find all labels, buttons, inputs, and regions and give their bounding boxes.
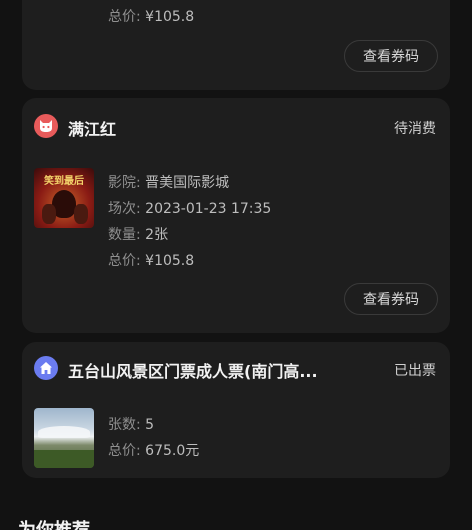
total-label: 总价: bbox=[108, 253, 141, 269]
total-row: 总价: ¥105.8 bbox=[108, 250, 194, 270]
order-card-top: 总价: ¥105.8 查看券码 bbox=[22, 0, 450, 90]
scenic-photo bbox=[34, 408, 94, 468]
recommend-title: 为你推荐 bbox=[18, 516, 90, 530]
cinema-label: 影院: bbox=[108, 175, 141, 191]
total-row: 总价: 675.0元 bbox=[108, 440, 199, 460]
movie-poster: 笑到最后 bbox=[34, 168, 94, 228]
quantity-value: 2张 bbox=[145, 227, 169, 243]
view-code-button[interactable]: 查看券码 bbox=[344, 40, 438, 72]
quantity-row: 数量: 2张 bbox=[108, 224, 168, 244]
total-label: 总价: bbox=[108, 443, 141, 459]
order-card-movie[interactable]: 满江红 待消费 笑到最后 影院: 晋美国际影城 场次: 2023-01-23 1… bbox=[22, 98, 450, 333]
order-card-scenic[interactable]: 五台山风景区门票成人票(南门高... 已出票 张数: 5 总价: 675.0元 bbox=[22, 342, 450, 478]
count-row: 张数: 5 bbox=[108, 414, 154, 434]
poster-caption: 笑到最后 bbox=[44, 176, 84, 187]
total-value: ¥105.8 bbox=[145, 253, 195, 269]
count-label: 张数: bbox=[108, 417, 141, 433]
cat-face-icon bbox=[34, 114, 58, 138]
order-title: 五台山风景区门票成人票(南门高... bbox=[68, 362, 318, 381]
cinema-value: 晋美国际影城 bbox=[145, 175, 230, 191]
home-icon bbox=[34, 356, 58, 380]
order-title: 满江红 bbox=[68, 120, 117, 139]
order-status: 待消费 bbox=[394, 121, 436, 137]
total-row: 总价: ¥105.8 bbox=[108, 6, 194, 26]
session-label: 场次: bbox=[108, 201, 141, 217]
quantity-label: 数量: bbox=[108, 227, 141, 243]
total-value: 675.0元 bbox=[145, 443, 200, 459]
order-status: 已出票 bbox=[394, 363, 436, 379]
total-label: 总价: bbox=[108, 9, 141, 25]
session-row: 场次: 2023-01-23 17:35 bbox=[108, 198, 271, 218]
session-value: 2023-01-23 17:35 bbox=[145, 201, 272, 217]
view-code-button[interactable]: 查看券码 bbox=[344, 283, 438, 315]
total-value: ¥105.8 bbox=[145, 9, 195, 25]
cinema-row: 影院: 晋美国际影城 bbox=[108, 172, 229, 192]
count-value: 5 bbox=[145, 417, 155, 433]
